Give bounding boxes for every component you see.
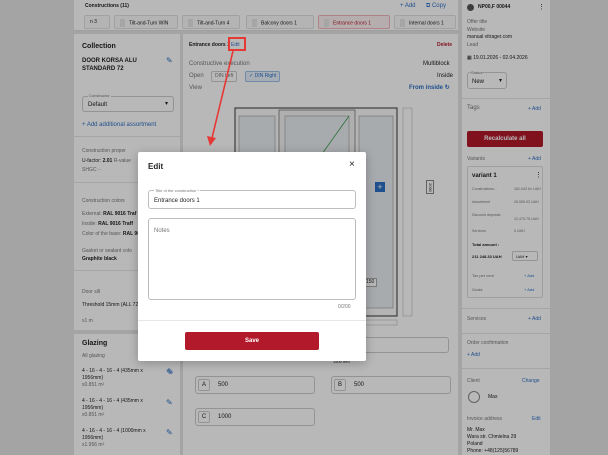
save-button[interactable]: Save [185, 332, 319, 350]
notes-textarea[interactable]: Notes [148, 218, 356, 300]
modal-title: Edit [148, 162, 164, 171]
close-icon[interactable]: × [349, 160, 355, 170]
notes-counter: 0/200 [338, 304, 351, 310]
construction-title-input[interactable]: Title of the construction * Entrance doo… [148, 188, 356, 209]
app-window: Constructions (11) + Add ⧉ Copy n 3 Tilt… [0, 0, 608, 455]
edit-modal: Edit × Title of the construction * Entra… [138, 152, 366, 361]
construction-title-label: Title of the construction * [154, 188, 200, 193]
annotation-highlight-box [228, 37, 246, 51]
